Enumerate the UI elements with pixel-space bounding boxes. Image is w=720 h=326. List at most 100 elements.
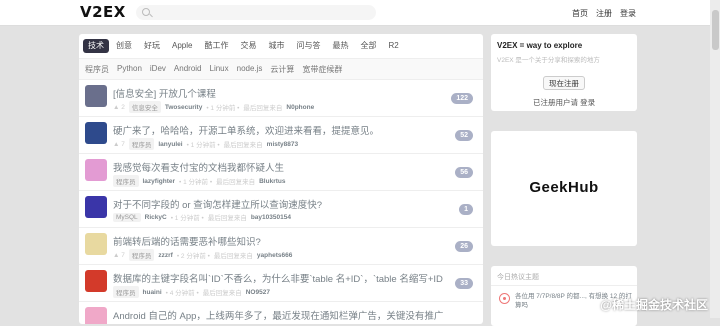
node-badge[interactable]: 程序员 [128, 138, 155, 150]
topic-author[interactable]: lazyfighter [143, 178, 176, 185]
topic-time: • 1 分钟前 • [206, 105, 240, 112]
topic-row: 数据库的主键字段名叫`ID`不香么，为什么非要`table 名+ID`，`tab… [79, 265, 483, 302]
avatar[interactable] [85, 233, 107, 255]
last-reply-label: 最后回复来自 [207, 215, 247, 222]
last-reply-user[interactable]: yaphets666 [257, 252, 292, 259]
avatar[interactable] [85, 307, 107, 324]
topic-meta: ▲ 7 程序员 lanyulei • 1 分钟前 • 最后回复来自 misty8873 [113, 138, 298, 150]
tab-10[interactable]: R2 [383, 39, 403, 53]
sub-tabs: 程序员 Python iDev Android Linux node.js 云计算 宽带症候群 [79, 58, 483, 80]
tab-2[interactable]: 好玩 [139, 39, 165, 53]
tab-1[interactable]: 创意 [111, 39, 137, 53]
category-tabs: 技术 创意 好玩 Apple 酷工作 交易 城市 问与答 最热 全部 R2 [83, 39, 404, 53]
tab-9[interactable]: 全部 [355, 39, 381, 53]
node-badge[interactable]: 程序员 [128, 249, 155, 261]
search-box[interactable] [136, 5, 376, 20]
signup-button[interactable]: 现在注册 [543, 76, 585, 90]
nav-home-link[interactable]: 首页 [572, 8, 588, 19]
search-input[interactable] [152, 6, 366, 20]
reply-count-badge[interactable]: 122 [451, 93, 473, 104]
topic-time: • 4 分钟前 • [165, 290, 199, 297]
topic-time: • 2 分钟前 • [176, 253, 210, 260]
last-reply-label: 最后回复来自 [216, 179, 256, 186]
subtab-2[interactable]: iDev [150, 64, 166, 75]
subtab-6[interactable]: 云计算 [270, 64, 294, 75]
hot-topics-header: 今日热议主题 [497, 274, 539, 281]
last-reply-user[interactable]: misty8873 [267, 141, 298, 148]
topic-row: 硬广来了，哈哈哈，开源工单系统，欢迎进来看看，提提意见。 ▲ 7 程序员 lanyul… [79, 117, 483, 154]
avatar[interactable] [85, 122, 107, 144]
last-reply-user[interactable]: N0phone [286, 104, 314, 111]
subtab-7[interactable]: 宽带症候群 [302, 64, 342, 75]
reply-count-badge[interactable]: 56 [455, 167, 473, 178]
avatar[interactable] [85, 196, 107, 218]
node-badge[interactable]: 程序员 [113, 286, 139, 298]
tab-0[interactable]: 技术 [83, 39, 109, 53]
tab-5[interactable]: 交易 [235, 39, 261, 53]
tab-7[interactable]: 问与答 [291, 39, 325, 53]
topic-title[interactable]: 前端转后端的话需要恶补哪些知识? [113, 234, 261, 248]
topic-title[interactable]: 我感觉每次看支付宝的文档我都怀疑人生 [113, 160, 284, 174]
subtab-1[interactable]: Python [117, 64, 142, 75]
last-reply-user[interactable]: bay10350154 [251, 214, 291, 221]
geekhub-logo[interactable]: GeekHub [491, 179, 637, 196]
topic-time: • 1 分钟前 • [186, 142, 220, 149]
vote-count: ▲ 7 [113, 140, 125, 148]
sidebar: V2EX = way to explore V2EX 是一个关于分享和探索的地方… [491, 34, 637, 326]
nav-login-link[interactable]: 登录 [620, 8, 636, 19]
avatar[interactable] [85, 270, 107, 292]
login-link[interactable]: 登录 [580, 98, 595, 107]
topic-title[interactable]: 硬广来了，哈哈哈，开源工单系统，欢迎进来看看，提提意见。 [113, 123, 379, 137]
search-icon [142, 8, 150, 16]
topic-author[interactable]: lanyulei [158, 141, 182, 148]
topic-title[interactable]: Android 自己的 App，上线两年多了，最近发现在通知栏弹广告，关键没有推… [113, 308, 443, 322]
site-description: V2EX 是一个关于分享和探索的地方 [497, 57, 600, 64]
last-reply-label: 最后回复来自 [223, 142, 263, 149]
node-badge[interactable]: 程序员 [113, 175, 139, 187]
reply-count-badge[interactable]: 33 [455, 278, 473, 289]
scrollbar[interactable] [710, 0, 720, 318]
reply-count-badge[interactable]: 52 [455, 130, 473, 141]
node-badge[interactable]: 信息安全 [128, 101, 161, 113]
scrollbar-thumb[interactable] [712, 10, 719, 50]
topic-author[interactable]: Twosecurity [165, 104, 202, 111]
last-reply-user[interactable]: Blukrtus [259, 178, 285, 185]
avatar[interactable] [85, 159, 107, 181]
topic-author[interactable]: zzzrf [158, 252, 172, 259]
tab-8[interactable]: 最热 [327, 39, 353, 53]
nav-signup-link[interactable]: 注册 [596, 8, 612, 19]
ad-box[interactable]: GeekHub [491, 131, 637, 246]
subtab-3[interactable]: Android [174, 64, 202, 75]
topic-time: • 1 分钟前 • [179, 179, 213, 186]
last-reply-label: 最后回复来自 [243, 105, 283, 112]
reply-count-badge[interactable]: 1 [459, 204, 473, 215]
subtab-5[interactable]: node.js [237, 64, 263, 75]
tab-3[interactable]: Apple [167, 39, 197, 53]
vote-count: ▲ 7 [113, 251, 125, 259]
vote-count: ▲ 2 [113, 103, 125, 111]
divider [491, 285, 637, 286]
welcome-box: V2EX = way to explore V2EX 是一个关于分享和探索的地方… [491, 34, 637, 111]
topic-title[interactable]: [信息安全] 开放几个课程 [113, 86, 216, 100]
avatar[interactable] [85, 85, 107, 107]
topic-author[interactable]: RickyC [145, 214, 167, 221]
subtab-0[interactable]: 程序员 [85, 64, 109, 75]
tab-4[interactable]: 酷工作 [199, 39, 233, 53]
topic-meta: ▲ 2 信息安全 Twosecurity • 1 分钟前 • 最后回复来自 N0phone [113, 101, 314, 113]
v2ex-logo[interactable]: V2EX [80, 3, 126, 21]
topic-author[interactable]: huaini [143, 289, 162, 296]
login-row: 已注册用户请 登录 [533, 97, 595, 108]
topic-row: Android 自己的 App，上线两年多了，最近发现在通知栏弹广告，关键没有推… [79, 302, 483, 324]
reply-count-badge[interactable]: 26 [455, 241, 473, 252]
hot-topic-avatar[interactable] [499, 293, 510, 304]
topic-title[interactable]: 对于不同字段的 or 查询怎样建立所以查询速度快? [113, 197, 322, 211]
subtab-4[interactable]: Linux [210, 64, 229, 75]
topic-meta: 程序员 lazyfighter • 1 分钟前 • 最后回复来自 Blukrtus [113, 175, 285, 187]
topic-title[interactable]: 数据库的主键字段名叫`ID`不香么，为什么非要`table 名+ID`，`tab… [113, 271, 443, 285]
watermark: @稀土掘金技术社区 [600, 298, 708, 312]
topic-row: 前端转后端的话需要恶补哪些知识? ▲ 7 程序员 zzzrf • 2 分钟前 • 最后回复… [79, 228, 483, 265]
topic-row: [信息安全] 开放几个课程 ▲ 2 信息安全 Twosecurity • 1 分钟前 •… [79, 80, 483, 117]
node-badge[interactable]: MySQL [113, 212, 141, 222]
tab-6[interactable]: 城市 [263, 39, 289, 53]
last-reply-user[interactable]: NO9527 [246, 289, 270, 296]
